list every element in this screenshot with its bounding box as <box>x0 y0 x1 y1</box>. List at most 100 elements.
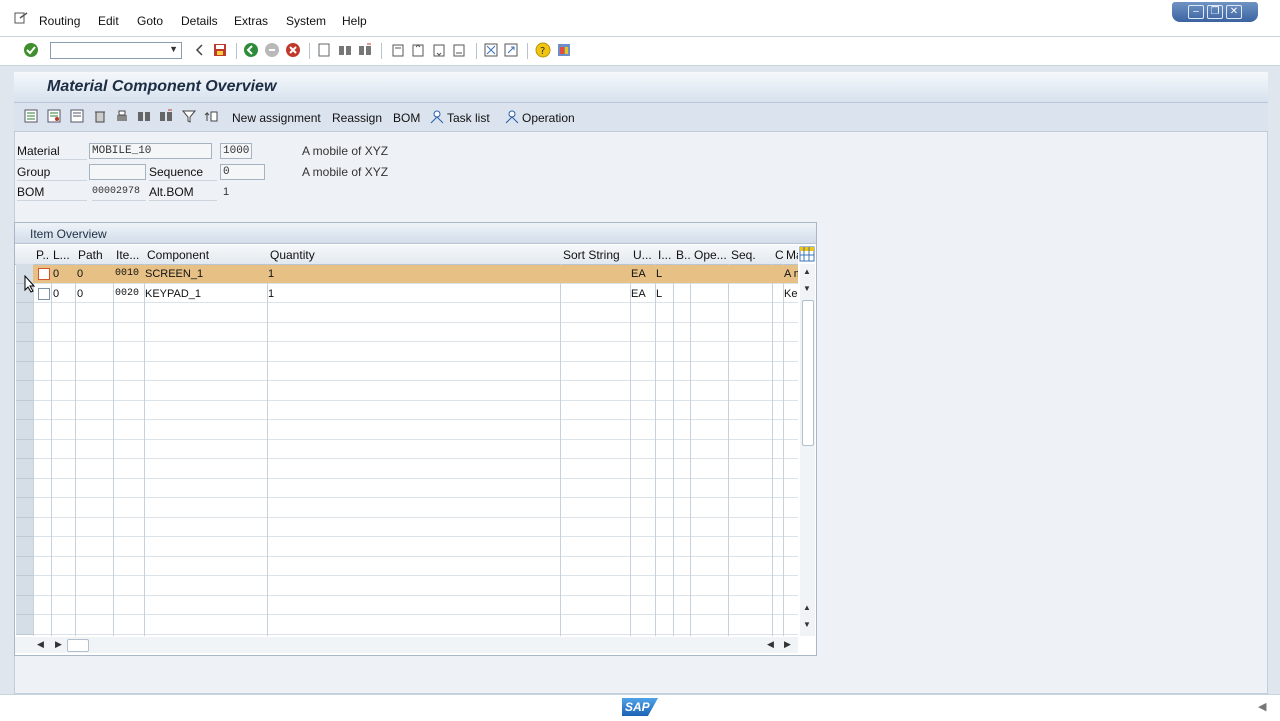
close-icon[interactable]: ✕ <box>1226 5 1242 19</box>
row-selector[interactable] <box>16 615 33 635</box>
scroll-down-icon[interactable]: ▼ <box>803 284 811 293</box>
minimize-icon[interactable]: – <box>1188 5 1204 19</box>
col-header-item[interactable]: Ite... <box>116 248 144 262</box>
col-header-ma[interactable]: Ma <box>786 248 798 262</box>
row-selector[interactable] <box>16 381 33 401</box>
enter-icon[interactable] <box>23 42 39 58</box>
row-checkbox[interactable] <box>38 268 50 280</box>
col-header-level[interactable]: L... <box>53 248 73 262</box>
row-selector[interactable] <box>16 478 33 498</box>
scroll-up-icon[interactable]: ▲ <box>803 267 811 276</box>
cancel-icon[interactable] <box>285 42 301 58</box>
horizontal-scroll-thumb[interactable] <box>67 639 89 652</box>
group-field[interactable] <box>89 164 146 180</box>
reassign-button[interactable]: Reassign <box>332 111 382 125</box>
row-selector[interactable] <box>16 342 33 362</box>
menu-system[interactable]: System <box>286 14 326 28</box>
row-selector[interactable] <box>16 517 33 537</box>
command-field[interactable]: ▼ <box>50 42 182 59</box>
col-header-path[interactable]: Path <box>78 248 112 262</box>
col-header-operation[interactable]: Ope... <box>694 248 728 262</box>
row-checkbox[interactable] <box>38 288 50 300</box>
exit-icon[interactable] <box>264 42 280 58</box>
print-icon[interactable] <box>316 42 332 58</box>
row-selector[interactable] <box>16 576 33 596</box>
menu-details[interactable]: Details <box>181 14 218 28</box>
vertical-scrollbar[interactable]: ▲ ▼ ▲ ▼ <box>800 264 815 636</box>
row-selector[interactable] <box>16 498 33 518</box>
menu-goto[interactable]: Goto <box>137 14 163 28</box>
details-icon[interactable] <box>24 109 38 123</box>
row-selector[interactable] <box>16 361 33 381</box>
back-icon[interactable] <box>243 42 259 58</box>
task-list-icon[interactable] <box>430 110 444 124</box>
find-next-list-icon[interactable] <box>159 109 173 123</box>
cell-component[interactable]: KEYPAD_1 <box>145 288 201 300</box>
scroll-far-left-icon[interactable]: ◀ <box>767 639 774 650</box>
menu-extras[interactable]: Extras <box>234 14 268 28</box>
scroll-page-down-icon[interactable]: ▼ <box>803 620 811 629</box>
row-selector[interactable] <box>16 459 33 479</box>
find-list-icon[interactable] <box>137 109 151 123</box>
scroll-page-up-icon[interactable]: ▲ <box>803 603 811 612</box>
copy-icon[interactable] <box>70 109 84 123</box>
table-row[interactable]: 0 0 0020 KEYPAD_1 1 EA L Ke <box>33 285 798 303</box>
row-selector[interactable] <box>16 400 33 420</box>
col-header-quantity[interactable]: Quantity <box>270 248 560 262</box>
find-next-icon[interactable] <box>357 42 373 58</box>
col-header-p[interactable]: P.. <box>36 248 50 262</box>
horizontal-scrollbar[interactable]: ◀ ▶ ◀ ▶ <box>15 637 798 653</box>
plant-field[interactable]: 1000 <box>220 143 252 159</box>
new-session-icon[interactable] <box>483 42 499 58</box>
operation-icon[interactable] <box>505 110 519 124</box>
material-field[interactable]: MOBILE_10 <box>89 143 212 159</box>
menu-icon[interactable] <box>14 12 28 24</box>
scroll-thumb[interactable] <box>802 300 814 446</box>
col-header-unit[interactable]: U... <box>633 248 655 262</box>
row-selector[interactable] <box>16 556 33 576</box>
scroll-right-icon[interactable]: ▶ <box>55 639 62 650</box>
row-selector[interactable] <box>16 595 33 615</box>
col-header-sort-string[interactable]: Sort String <box>563 248 629 262</box>
delete-icon[interactable] <box>93 109 107 123</box>
new-assignment-button[interactable]: New assignment <box>232 111 321 125</box>
next-page-icon[interactable] <box>431 42 447 58</box>
col-header-component[interactable]: Component <box>147 248 265 262</box>
scroll-left-icon[interactable]: ◀ <box>37 639 44 650</box>
chevron-down-icon[interactable]: ▼ <box>169 44 178 54</box>
col-header-c[interactable]: C <box>775 248 783 262</box>
sort-icon[interactable] <box>204 109 218 123</box>
scroll-far-right-icon[interactable]: ▶ <box>784 639 791 650</box>
find-icon[interactable] <box>337 42 353 58</box>
col-header-item-category[interactable]: I... <box>658 248 673 262</box>
first-page-icon[interactable] <box>390 42 406 58</box>
cell-component[interactable]: SCREEN_1 <box>145 268 203 280</box>
status-expand-icon[interactable]: ◀ <box>1258 700 1266 713</box>
help-icon[interactable]: ? <box>535 42 551 58</box>
filter-icon[interactable] <box>181 109 197 123</box>
row-selector[interactable] <box>16 420 33 440</box>
row-selector[interactable] <box>16 303 33 323</box>
menu-edit[interactable]: Edit <box>98 14 119 28</box>
sequence-field[interactable]: 0 <box>220 164 265 180</box>
save-icon[interactable] <box>212 42 228 58</box>
shortcut-icon[interactable] <box>503 42 519 58</box>
task-list-button[interactable]: Task list <box>447 111 490 125</box>
col-header-sequence[interactable]: Seq. <box>731 248 771 262</box>
menu-routing[interactable]: Routing <box>39 14 80 28</box>
choose-icon[interactable] <box>47 109 61 123</box>
table-row[interactable]: 0 0 0010 SCREEN_1 1 EA L A m <box>33 265 798 283</box>
operation-button[interactable]: Operation <box>522 111 575 125</box>
last-page-icon[interactable] <box>451 42 467 58</box>
back-arrow-icon[interactable] <box>192 42 208 58</box>
col-header-b[interactable]: B.. <box>676 248 690 262</box>
restore-icon[interactable]: ❐ <box>1207 5 1223 19</box>
menu-help[interactable]: Help <box>342 14 367 28</box>
row-selector[interactable] <box>16 537 33 557</box>
layout-menu-icon[interactable] <box>556 42 572 58</box>
table-settings-icon[interactable] <box>799 246 815 262</box>
row-selector[interactable] <box>16 322 33 342</box>
print-list-icon[interactable] <box>115 109 129 123</box>
row-selector[interactable] <box>16 439 33 459</box>
bom-button[interactable]: BOM <box>393 111 420 125</box>
